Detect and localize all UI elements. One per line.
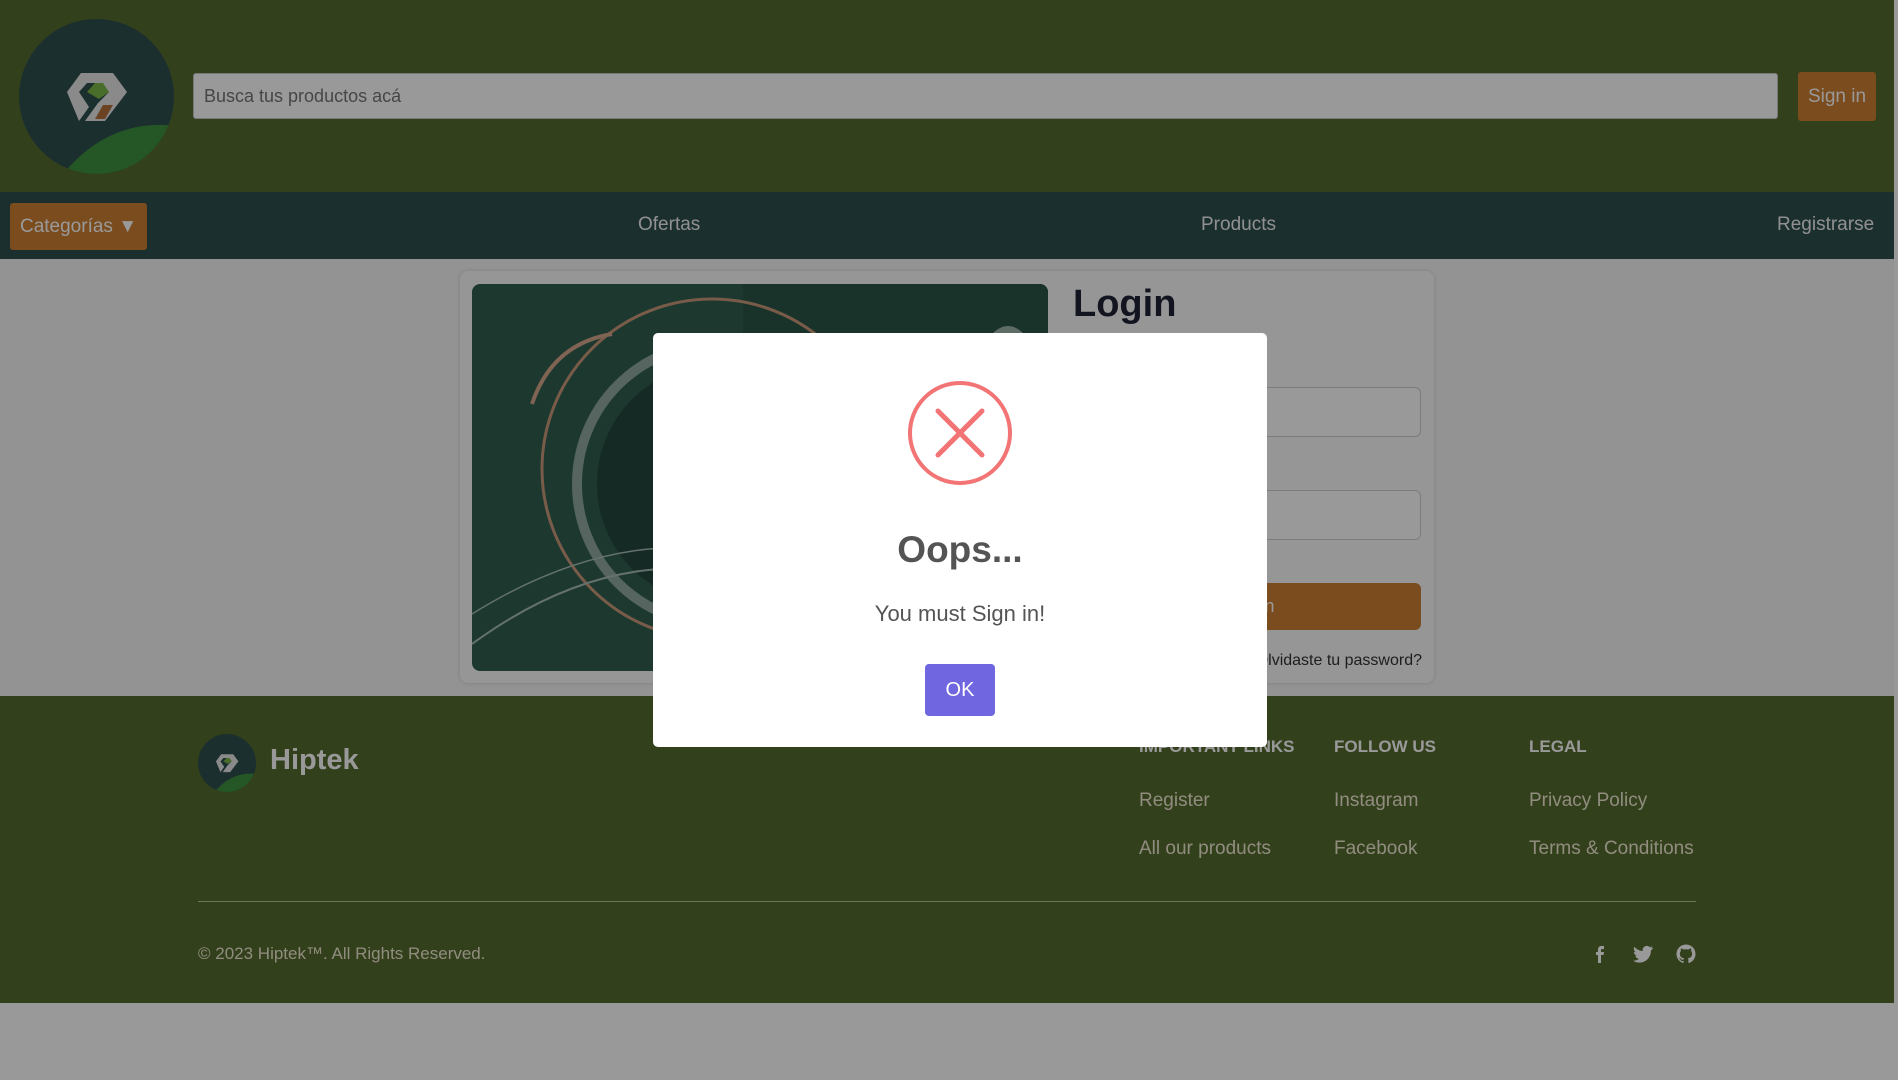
ok-button[interactable]: OK (925, 664, 995, 716)
error-x-icon (908, 381, 1012, 485)
dialog-message: You must Sign in! (874, 601, 1046, 626)
error-dialog: Oops... You must Sign in! OK (653, 333, 1267, 747)
dialog-title: Oops... (897, 529, 1023, 570)
